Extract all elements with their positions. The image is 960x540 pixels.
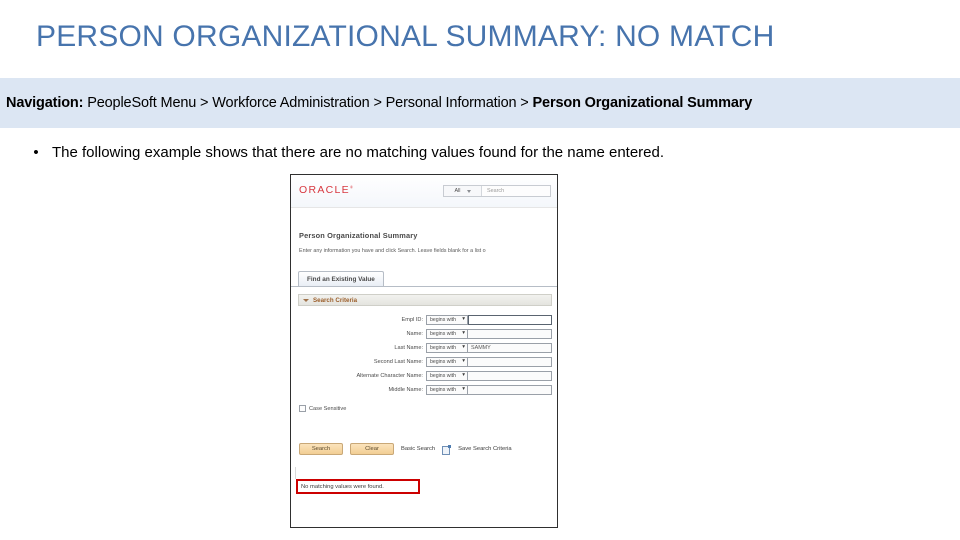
oracle-wordmark: ORACLE	[299, 184, 350, 196]
field-label-name: Name:	[406, 331, 423, 337]
chevron-down-icon: ▾	[462, 316, 465, 323]
operator-value: begins with	[430, 331, 456, 337]
ps-instructions: Enter any information you have and click…	[299, 248, 486, 254]
case-sensitive-checkbox-row[interactable]: Case Sensitive	[299, 405, 346, 412]
case-sensitive-label: Case Sensitive	[309, 405, 347, 412]
breadcrumb-current: Person Organizational Summary	[532, 95, 753, 111]
save-search-icon[interactable]	[442, 444, 452, 455]
breadcrumb: Navigation: PeopleSoft Menu > Workforce …	[6, 95, 958, 112]
operator-select-last-name[interactable]: begins with ▾	[426, 343, 468, 353]
bullet-list-item: • The following example shows that there…	[30, 143, 930, 163]
field-label-middle-name: Middle Name:	[388, 387, 423, 393]
input-empl-id[interactable]	[468, 315, 552, 325]
search-scope-value: All	[454, 188, 461, 194]
oracle-header-bar: ORACLE® All Search	[291, 175, 557, 208]
field-row-alternate-character-name: Alternate Character Name: begins with ▾	[298, 371, 552, 381]
chevron-down-icon: ▾	[462, 330, 465, 337]
breadcrumb-label: Navigation:	[6, 95, 84, 111]
field-row-middle-name: Middle Name: begins with ▾	[298, 385, 552, 395]
search-button[interactable]: Search	[299, 443, 343, 455]
bullet-marker: •	[33, 144, 39, 161]
input-second-last-name[interactable]	[468, 357, 552, 367]
case-sensitive-checkbox[interactable]	[299, 405, 306, 412]
tab-strip: Find an Existing Value	[291, 269, 557, 287]
field-row-second-last-name: Second Last Name: begins with ▾	[298, 357, 552, 367]
operator-value: begins with	[430, 373, 456, 379]
operator-value: begins with	[430, 317, 456, 323]
tab-find-an-existing-value[interactable]: Find an Existing Value	[298, 271, 384, 286]
field-row-name: Name: begins with ▾	[298, 329, 552, 339]
search-actions-row: Search Clear Basic Search Save Search Cr…	[299, 443, 512, 455]
chevron-down-icon: ▾	[462, 358, 465, 365]
input-name[interactable]	[468, 329, 552, 339]
operator-select-middle-name[interactable]: begins with ▾	[426, 385, 468, 395]
registered-trademark-icon: ®	[349, 184, 353, 190]
chevron-down-icon: ▾	[462, 386, 465, 393]
field-label-second-last-name: Second Last Name:	[373, 359, 423, 365]
global-search-bar[interactable]: All Search	[443, 185, 551, 197]
bullet-text: The following example shows that there a…	[52, 144, 665, 161]
operator-value: begins with	[430, 345, 456, 351]
divider	[295, 467, 296, 479]
search-scope-dropdown[interactable]: All	[444, 186, 482, 196]
embedded-screenshot: ORACLE® All Search Person Organizational…	[290, 174, 558, 528]
oracle-logo: ORACLE®	[299, 184, 353, 196]
search-criteria-fields: Empl ID: begins with ▾ Name: begins with…	[298, 315, 552, 399]
field-label-last-name: Last Name:	[394, 345, 423, 351]
field-label-empl-id: Empl ID:	[401, 317, 423, 323]
operator-select-alternate-character-name[interactable]: begins with ▾	[426, 371, 468, 381]
operator-value: begins with	[430, 359, 456, 365]
operator-value: begins with	[430, 387, 456, 393]
chevron-down-icon: ▾	[462, 372, 465, 379]
chevron-down-icon	[466, 189, 471, 193]
ps-page-title: Person Organizational Summary	[299, 231, 418, 240]
field-row-empl-id: Empl ID: begins with ▾	[298, 315, 552, 325]
page-title: PERSON ORGANIZATIONAL SUMMARY: NO MATCH	[36, 20, 775, 53]
search-criteria-section-header[interactable]: Search Criteria	[298, 294, 552, 306]
input-alternate-character-name[interactable]	[468, 371, 552, 381]
clear-button[interactable]: Clear	[350, 443, 394, 455]
operator-select-empl-id[interactable]: begins with ▾	[426, 315, 468, 325]
no-results-message: No matching values were found.	[296, 479, 420, 494]
operator-select-second-last-name[interactable]: begins with ▾	[426, 357, 468, 367]
search-criteria-label: Search Criteria	[313, 296, 358, 304]
global-search-input[interactable]: Search	[482, 188, 550, 194]
breadcrumb-path: PeopleSoft Menu > Workforce Administrati…	[83, 95, 533, 111]
field-label-alternate-character-name: Alternate Character Name:	[356, 373, 423, 379]
save-search-criteria-link[interactable]: Save Search Criteria	[458, 446, 511, 452]
basic-search-link[interactable]: Basic Search	[401, 446, 435, 452]
input-middle-name[interactable]	[468, 385, 552, 395]
triangle-down-icon[interactable]	[303, 298, 309, 302]
chevron-down-icon: ▾	[462, 344, 465, 351]
input-last-name[interactable]: SAMMY	[468, 343, 552, 353]
field-row-last-name: Last Name: begins with ▾ SAMMY	[298, 343, 552, 353]
operator-select-name[interactable]: begins with ▾	[426, 329, 468, 339]
